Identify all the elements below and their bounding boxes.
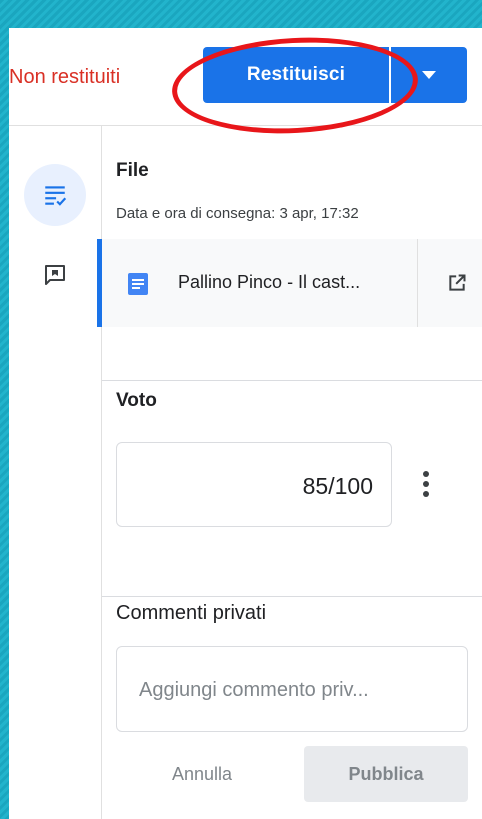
grade-input[interactable]: 85/100 xyxy=(116,442,392,527)
section-divider xyxy=(102,380,482,381)
attachment-item[interactable]: Pallino Pinco - Il cast... xyxy=(97,239,482,327)
private-comments-label: Commenti privati xyxy=(116,602,267,624)
grading-panel: Non restituiti Restituisci File Data e o… xyxy=(9,28,482,819)
sidebar xyxy=(9,126,102,819)
open-in-new-icon[interactable] xyxy=(447,273,467,293)
assignment-list-icon xyxy=(45,186,67,206)
google-doc-icon xyxy=(128,273,148,295)
return-button[interactable]: Restituisci xyxy=(203,47,389,103)
cancel-button[interactable]: Annulla xyxy=(172,764,232,785)
top-bar: Non restituiti Restituisci xyxy=(9,28,482,140)
submission-status: Non restituiti xyxy=(9,66,121,88)
grade-label: Voto xyxy=(116,390,157,411)
comment-placeholder: Aggiungi commento priv... xyxy=(139,679,369,701)
attachment-divider xyxy=(417,239,418,327)
more-vert-icon[interactable] xyxy=(422,470,430,498)
section-divider xyxy=(102,596,482,597)
content-area: File Data e ora di consegna: 3 apr, 17:3… xyxy=(97,126,482,819)
sidebar-item-comments[interactable] xyxy=(24,244,86,306)
file-section-title: File xyxy=(116,160,149,181)
comment-icon xyxy=(45,265,65,285)
sidebar-item-assignment[interactable] xyxy=(24,164,86,226)
publish-button[interactable]: Pubblica xyxy=(304,746,468,802)
attachment-name: Pallino Pinco - Il cast... xyxy=(178,272,361,292)
private-comment-input[interactable]: Aggiungi commento priv... xyxy=(116,646,468,732)
caret-down-icon xyxy=(422,71,436,79)
grade-value: 85/100 xyxy=(302,473,373,499)
submission-date: Data e ora di consegna: 3 apr, 17:32 xyxy=(116,205,359,222)
return-options-button[interactable] xyxy=(391,47,467,103)
